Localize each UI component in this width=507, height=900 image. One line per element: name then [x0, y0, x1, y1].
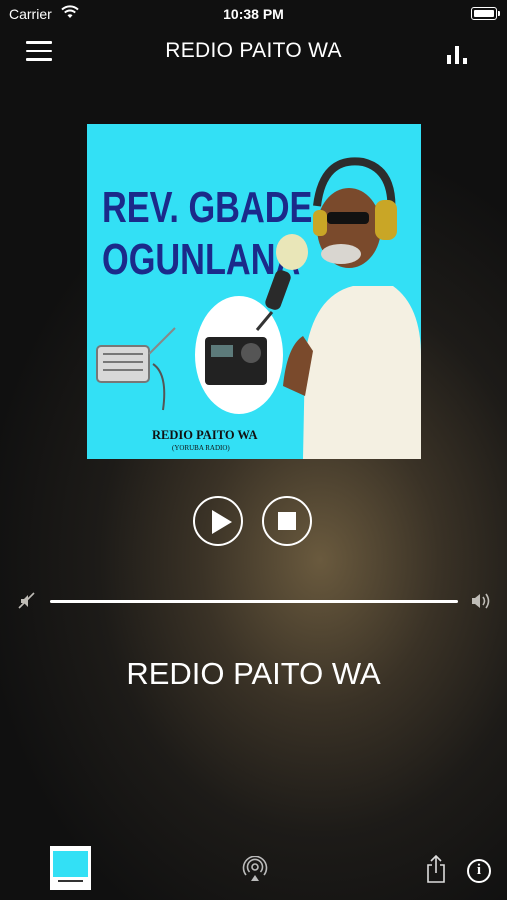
artwork-title-line1: REV. GBADE — [102, 183, 313, 232]
man-with-headphones-illustration — [283, 157, 421, 459]
battery-icon — [471, 7, 500, 20]
stop-icon — [278, 512, 296, 530]
status-time: 10:38 PM — [223, 6, 284, 22]
share-icon[interactable] — [425, 855, 447, 883]
stop-button[interactable] — [262, 496, 312, 546]
album-artwork: REV. GBADE OGUNLANA REDIO PAITO WA (YORU… — [87, 124, 421, 459]
play-button[interactable] — [193, 496, 243, 546]
nav-bar: REDIO PAITO WA — [0, 32, 507, 72]
radio-illustration — [205, 337, 267, 385]
volume-mute-icon — [18, 592, 35, 609]
volume-up-icon — [472, 593, 490, 609]
airplay-icon[interactable] — [242, 856, 268, 882]
status-bar: Carrier 10:38 PM — [0, 0, 507, 28]
play-icon — [212, 510, 232, 534]
volume-slider-fill — [50, 600, 458, 603]
equalizer-icon[interactable] — [447, 46, 469, 64]
station-thumbnail[interactable] — [50, 846, 91, 890]
antenna-radio-illustration — [96, 327, 176, 411]
info-icon: i — [476, 862, 482, 878]
info-button[interactable]: i — [467, 859, 491, 883]
artwork-footer-subtitle: (YORUBA RADIO) — [172, 444, 230, 452]
volume-slider[interactable] — [50, 600, 458, 603]
now-playing-station: REDIO PAITO WA — [126, 656, 381, 691]
nav-title: REDIO PAITO WA — [165, 39, 342, 62]
artwork-footer-title: REDIO PAITO WA — [152, 428, 258, 442]
